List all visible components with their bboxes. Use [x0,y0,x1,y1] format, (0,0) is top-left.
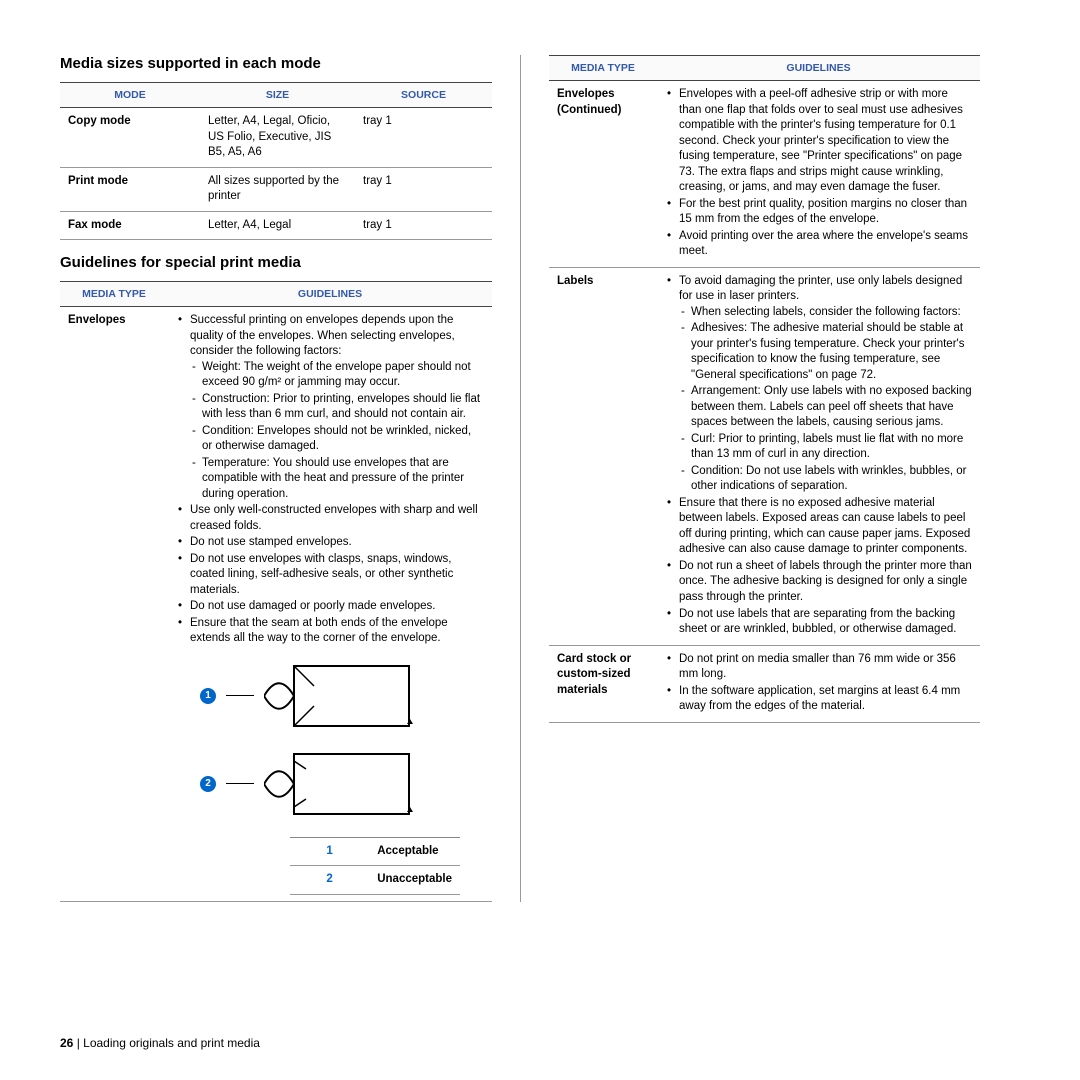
page-number: 26 [60,1036,73,1050]
envelope-acceptable: 1 [200,661,460,731]
heading-guidelines: Guidelines for special print media [60,254,492,271]
col-guidelines: Guidelines [657,56,980,81]
connector-line [226,783,254,784]
col-mode: Mode [60,83,200,108]
col-media-type: Media Type [60,282,168,307]
envelope-factors: Weight: The weight of the envelope paper… [190,360,484,503]
legend-row: 2 Unacceptable [290,866,460,895]
cardstock-row: Card stock or custom-sized materials Do … [549,645,980,722]
table-row: Copy mode Letter, A4, Legal, Oficio, US … [60,108,492,168]
col-source: Source [355,83,492,108]
col-media-type: Media Type [549,56,657,81]
labels-row: Labels To avoid damaging the printer, us… [549,267,980,645]
connector-line [226,695,254,696]
table-row: Print mode All sizes supported by the pr… [60,167,492,211]
envelopes-bullets: Successful printing on envelopes depends… [176,313,484,647]
page-content: Media sizes supported in each mode Mode … [0,0,1080,902]
left-column: Media sizes supported in each mode Mode … [60,55,520,902]
table-header-row: Media Type Guidelines [60,282,492,307]
envelopes-row: Envelopes Successful printing on envelop… [60,307,492,902]
envelope-diagram: 1 2 [200,661,460,895]
guidelines-table-right: Media Type Guidelines Envelopes (Continu… [549,55,980,723]
right-column: Media Type Guidelines Envelopes (Continu… [520,55,980,902]
heading-media-sizes: Media sizes supported in each mode [60,55,492,72]
modes-table: Mode Size Source Copy mode Letter, A4, L… [60,82,492,240]
page-footer: 26 | Loading originals and print media [60,1036,260,1050]
badge-2-icon: 2 [200,776,216,792]
table-header-row: Media Type Guidelines [549,56,980,81]
envelope-acceptable-icon [264,661,414,731]
legend-row: 1 Acceptable [290,837,460,866]
table-row: Fax mode Letter, A4, Legal tray 1 [60,211,492,240]
envelope-unacceptable: 2 [200,749,460,819]
guidelines-table-left: Media Type Guidelines Envelopes Successf… [60,281,492,902]
badge-1-icon: 1 [200,688,216,704]
col-size: Size [200,83,355,108]
envelopes-continued-row: Envelopes (Continued) Envelopes with a p… [549,81,980,268]
footer-title: Loading originals and print media [83,1036,260,1050]
envelope-unacceptable-icon [264,749,414,819]
diagram-legend: 1 Acceptable 2 Unacceptable [290,837,460,895]
table-header-row: Mode Size Source [60,83,492,108]
col-guidelines: Guidelines [168,282,492,307]
